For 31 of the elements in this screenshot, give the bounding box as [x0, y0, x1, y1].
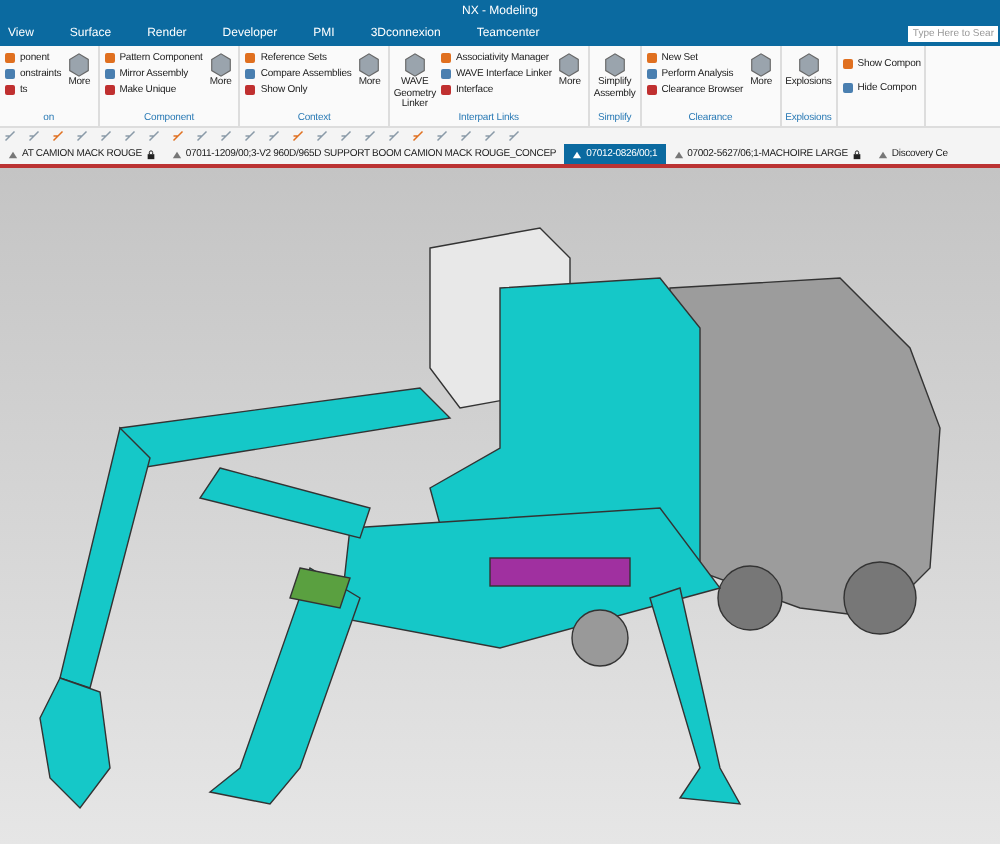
cube-icon: [401, 52, 428, 78]
cube-icon: [748, 52, 775, 78]
tool-icon[interactable]: [484, 130, 496, 142]
tool-icon[interactable]: [388, 130, 400, 142]
tool-icon[interactable]: [172, 130, 184, 142]
tool-icon[interactable]: [124, 130, 136, 142]
cube-icon: [556, 52, 583, 78]
tool-icon[interactable]: [100, 130, 112, 142]
tool-icon[interactable]: [412, 130, 424, 142]
tool-icon[interactable]: [460, 130, 472, 142]
tool-icon[interactable]: [196, 130, 208, 142]
cube-icon: [795, 52, 822, 78]
tool-icon[interactable]: [508, 130, 520, 142]
tool-icon[interactable]: [364, 130, 376, 142]
tool-icon[interactable]: [148, 130, 160, 142]
cube-icon: [207, 52, 234, 78]
tool-icon[interactable]: [244, 130, 256, 142]
tool-icon[interactable]: [220, 130, 232, 142]
tool-icon[interactable]: [292, 130, 304, 142]
tool-icon[interactable]: [4, 130, 16, 142]
viewport-background[interactable]: [0, 168, 1000, 844]
tool-icon[interactable]: [52, 130, 64, 142]
tool-icon[interactable]: [268, 130, 280, 142]
cube-icon: [601, 52, 628, 78]
cube-icon: [356, 52, 383, 78]
cube-icon: [66, 52, 93, 78]
tool-icon[interactable]: [76, 130, 88, 142]
tool-icon[interactable]: [340, 130, 352, 142]
tool-icon[interactable]: [316, 130, 328, 142]
tool-icon[interactable]: [28, 130, 40, 142]
tool-icon[interactable]: [436, 130, 448, 142]
